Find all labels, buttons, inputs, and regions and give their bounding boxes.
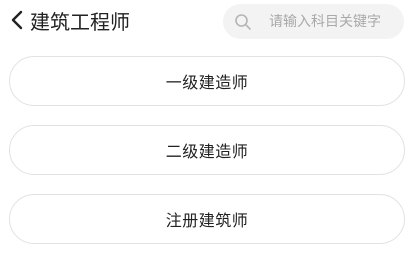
screen: 建筑工程师 一级建造师 二级建造师 注册建筑师 xyxy=(0,0,420,253)
option-label: 注册建筑师 xyxy=(165,211,249,230)
option-label: 一级建造师 xyxy=(165,73,249,92)
option-item[interactable]: 二级建造师 xyxy=(9,125,405,175)
option-label: 二级建造师 xyxy=(165,142,249,161)
option-item[interactable]: 一级建造师 xyxy=(9,56,405,106)
option-item[interactable]: 注册建筑师 xyxy=(9,194,405,244)
option-list: 一级建造师 二级建造师 注册建筑师 xyxy=(0,0,420,253)
